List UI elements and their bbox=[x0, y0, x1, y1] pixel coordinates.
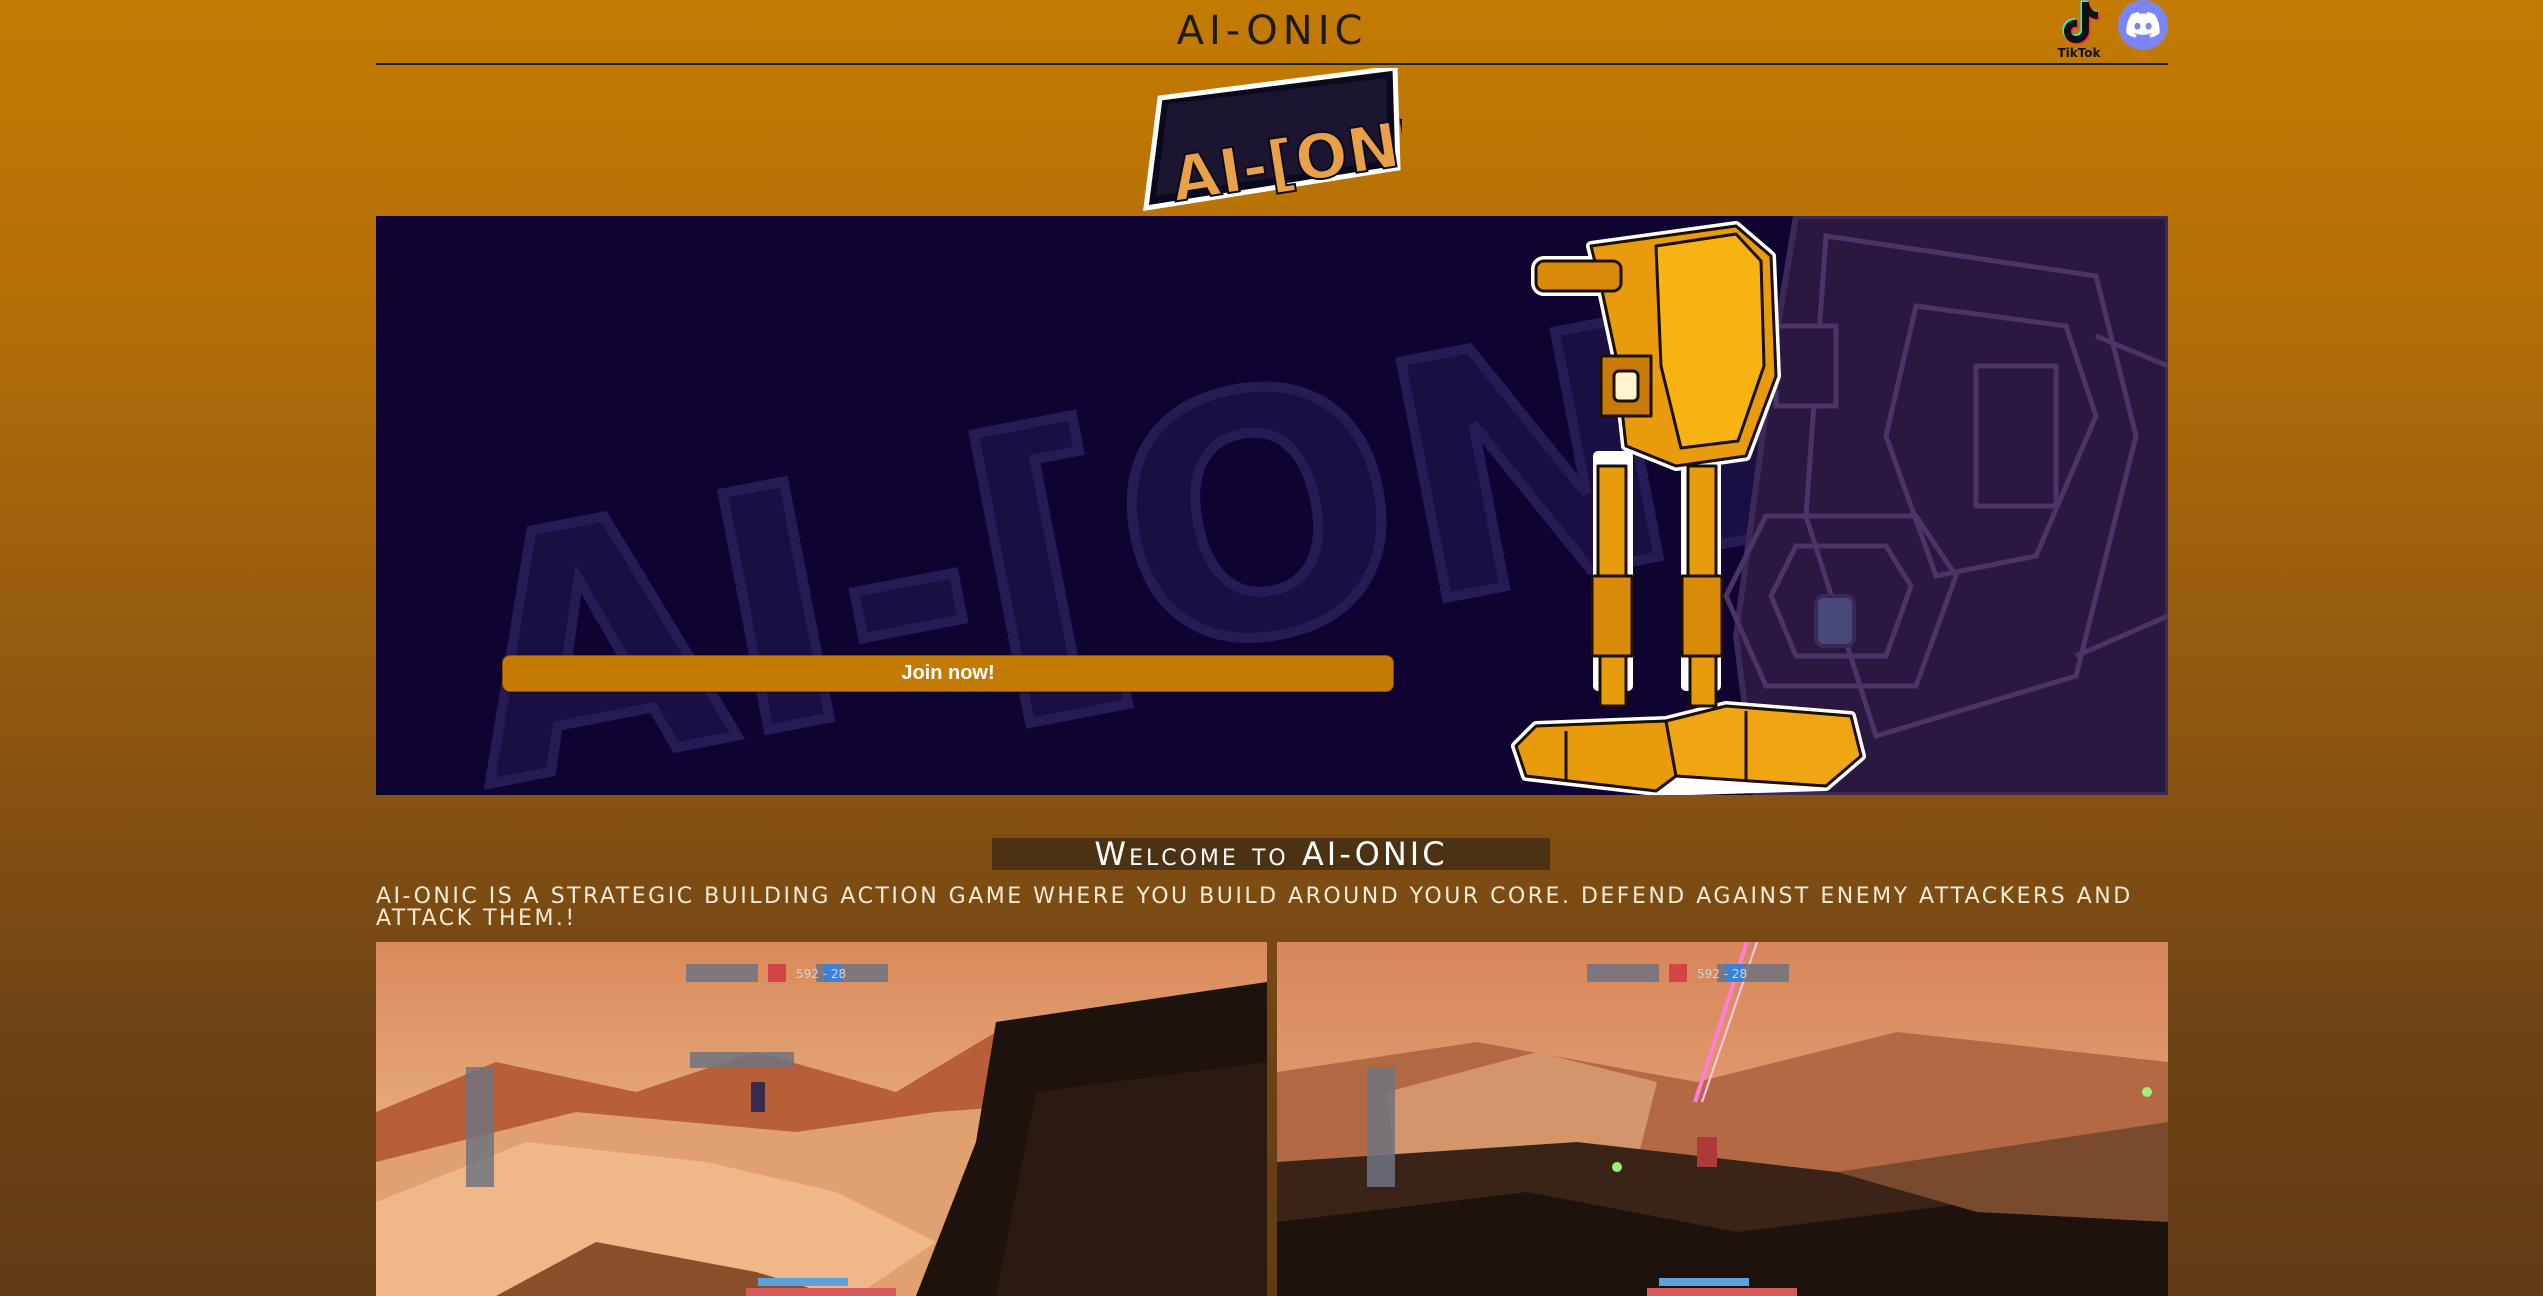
tiktok-icon bbox=[2062, 0, 2100, 44]
hud-score: 592 - 28 bbox=[796, 967, 846, 981]
robot-mascot bbox=[1511, 221, 1866, 795]
site-title: AI-ONIC bbox=[1176, 8, 1368, 54]
top-bar: AI-ONIC TikTok bbox=[376, 0, 2168, 65]
welcome-heading: Welcome to AI-ONIC bbox=[992, 835, 1550, 873]
hero-background: AI-[ONIC] bbox=[425, 216, 2168, 795]
discord-link[interactable] bbox=[2118, 0, 2168, 50]
social-links: TikTok bbox=[2052, 0, 2168, 60]
hero-banner: AI-[ONIC] Join now! bbox=[376, 216, 2168, 795]
gameplay-screenshot-2: 592 - 28 bbox=[1277, 942, 2168, 1296]
discord-icon bbox=[2126, 12, 2160, 38]
tiktok-link[interactable]: TikTok bbox=[2052, 0, 2106, 60]
hud-score: 592 - 28 bbox=[1697, 967, 1747, 981]
game-description: AI-onic is a strategic building action g… bbox=[376, 884, 2133, 931]
game-logo: AI-[ONIC] bbox=[1140, 65, 1501, 217]
join-now-button[interactable]: Join now! bbox=[502, 655, 1394, 692]
tiktok-label: TikTok bbox=[2057, 46, 2101, 60]
gameplay-screenshot-1: 592 - 28 bbox=[376, 942, 1267, 1296]
